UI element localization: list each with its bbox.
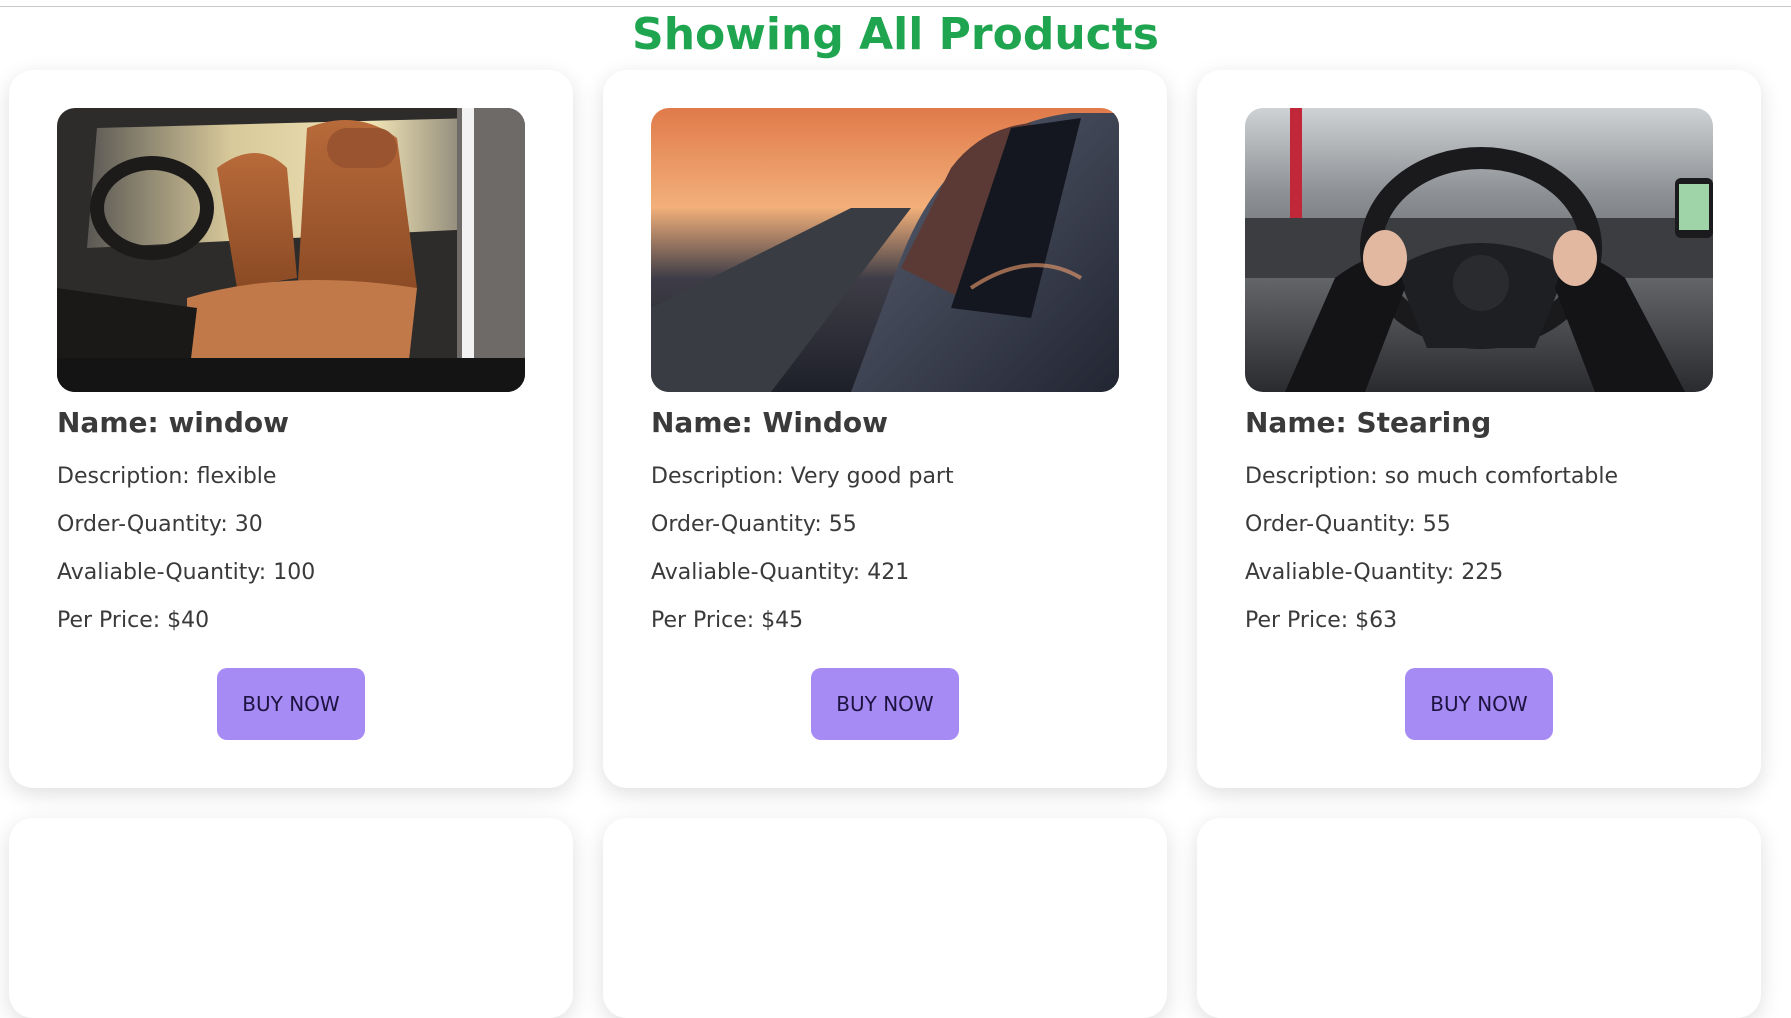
product-available-quantity: Avaliable-Quantity: 225: [1245, 560, 1504, 585]
product-price: Per Price: $63: [1245, 608, 1398, 633]
product-available-quantity: Avaliable-Quantity: 100: [57, 560, 316, 585]
product-order-quantity: Order-Quantity: 30: [57, 512, 263, 537]
product-card: Name: window Description: flexible Order…: [9, 70, 573, 788]
product-price: Per Price: $45: [651, 608, 804, 633]
product-order-quantity: Order-Quantity: 55: [651, 512, 857, 537]
product-price: Per Price: $40: [57, 608, 210, 633]
product-name: Name: Stearing: [1245, 406, 1492, 439]
product-card-next-row: [603, 818, 1167, 1018]
car-window-sunset-image: [651, 108, 1119, 392]
product-card-next-row: [1197, 818, 1761, 1018]
product-card: Name: Stearing Description: so much comf…: [1197, 70, 1761, 788]
product-description: Description: flexible: [57, 464, 277, 489]
product-available-quantity: Avaliable-Quantity: 421: [651, 560, 910, 585]
product-description: Description: so much comfortable: [1245, 464, 1618, 489]
page-title: Showing All Products: [632, 9, 1159, 60]
steering-wheel-image: [1245, 108, 1713, 392]
product-name: Name: window: [57, 406, 289, 439]
product-card-next-row: [9, 818, 573, 1018]
product-description: Description: Very good part: [651, 464, 954, 489]
product-name: Name: Window: [651, 406, 889, 439]
car-seat-interior-image: [57, 108, 525, 392]
buy-now-button[interactable]: BUY NOW: [1405, 668, 1553, 740]
product-order-quantity: Order-Quantity: 55: [1245, 512, 1451, 537]
buy-now-button[interactable]: BUY NOW: [811, 668, 959, 740]
product-card: Name: Window Description: Very good part…: [603, 70, 1167, 788]
buy-now-button[interactable]: BUY NOW: [217, 668, 365, 740]
